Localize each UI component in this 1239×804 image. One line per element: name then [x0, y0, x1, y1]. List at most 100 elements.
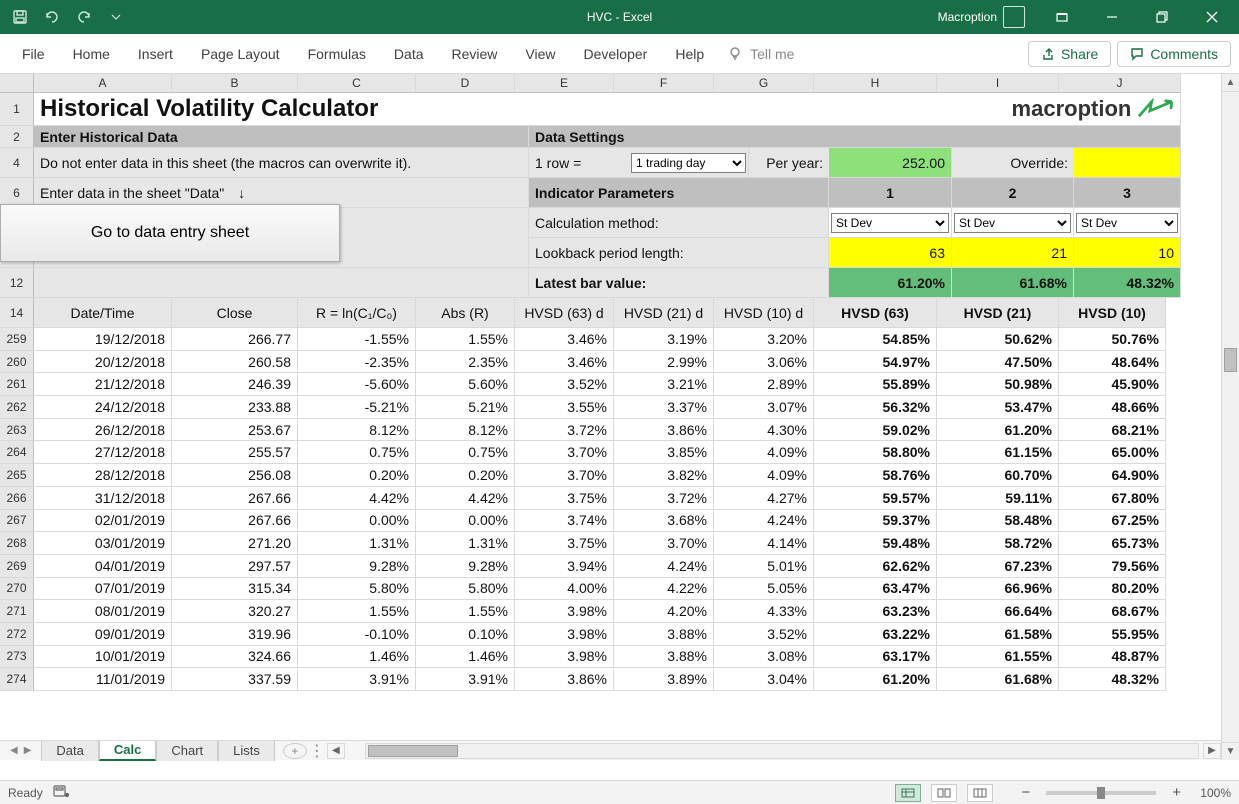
cell[interactable]: 3.82%	[614, 464, 714, 487]
cell[interactable]: 315.34	[172, 578, 298, 601]
zoom-in-button[interactable]: +	[1172, 784, 1181, 801]
cell[interactable]: 0.20%	[298, 464, 416, 487]
cell[interactable]: 3.86%	[515, 668, 614, 691]
tab-insert[interactable]: Insert	[124, 34, 187, 74]
cell[interactable]: 3.98%	[515, 646, 614, 669]
cell[interactable]: 256.08	[172, 464, 298, 487]
cell[interactable]: 54.97%	[814, 351, 937, 374]
cell[interactable]: 1.55%	[416, 328, 515, 351]
sheet-tab-calc[interactable]: Calc	[99, 741, 156, 761]
cell[interactable]: 3.55%	[515, 396, 614, 419]
cell[interactable]: 26/12/2018	[34, 419, 172, 442]
cell[interactable]: 55.95%	[1059, 623, 1166, 646]
cell[interactable]: 0.00%	[298, 510, 416, 533]
cell[interactable]: 3.04%	[714, 668, 814, 691]
hscroll-right-icon[interactable]: ▶	[1203, 743, 1221, 759]
col-A[interactable]: A	[34, 74, 172, 93]
cell[interactable]: 61.55%	[937, 646, 1059, 669]
cell[interactable]: 4.09%	[714, 441, 814, 464]
cell[interactable]: 4.22%	[614, 578, 714, 601]
cell[interactable]: 67.25%	[1059, 510, 1166, 533]
cell[interactable]: 267.66	[172, 510, 298, 533]
method-select-2[interactable]: St Dev	[954, 213, 1071, 233]
share-button[interactable]: Share	[1028, 41, 1111, 67]
cell[interactable]: 3.06%	[714, 351, 814, 374]
lookback-3[interactable]: 10	[1074, 238, 1181, 268]
row-hdr[interactable]: 262	[0, 396, 34, 419]
col-E[interactable]: E	[515, 74, 614, 93]
sheet-tab-lists[interactable]: Lists	[218, 741, 275, 761]
cell[interactable]: 68.67%	[1059, 600, 1166, 623]
cell[interactable]: 8.12%	[416, 419, 515, 442]
cell[interactable]: 31/12/2018	[34, 487, 172, 510]
cell[interactable]: 3.20%	[714, 328, 814, 351]
restore-button[interactable]	[1139, 0, 1185, 34]
cell[interactable]: 0.10%	[416, 623, 515, 646]
cell[interactable]: 61.20%	[814, 668, 937, 691]
cell[interactable]: 0.00%	[416, 510, 515, 533]
cell[interactable]: 3.70%	[515, 441, 614, 464]
cell[interactable]: -5.21%	[298, 396, 416, 419]
tab-file[interactable]: File	[8, 34, 59, 74]
cell[interactable]: -1.55%	[298, 328, 416, 351]
minimize-button[interactable]	[1089, 0, 1135, 34]
goto-data-sheet-button[interactable]: Go to data entry sheet	[0, 204, 340, 262]
tell-me-search[interactable]: Tell me	[718, 46, 804, 62]
col-F[interactable]: F	[614, 74, 714, 93]
cell[interactable]: 253.67	[172, 419, 298, 442]
cell[interactable]: 65.73%	[1059, 532, 1166, 555]
cell[interactable]: 260.58	[172, 351, 298, 374]
cell[interactable]: 233.88	[172, 396, 298, 419]
horizontal-scrollbar[interactable]	[365, 743, 1199, 759]
cell[interactable]: 5.21%	[416, 396, 515, 419]
cell[interactable]: 59.02%	[814, 419, 937, 442]
cell[interactable]: 319.96	[172, 623, 298, 646]
cell[interactable]: 5.01%	[714, 555, 814, 578]
qat-customize-icon[interactable]	[104, 5, 128, 29]
cell[interactable]: 03/01/2019	[34, 532, 172, 555]
row-hdr[interactable]: 273	[0, 646, 34, 669]
tab-formulas[interactable]: Formulas	[294, 34, 380, 74]
cell[interactable]: 3.88%	[614, 646, 714, 669]
cell[interactable]: 20/12/2018	[34, 351, 172, 374]
cell[interactable]: 2.89%	[714, 373, 814, 396]
select-all-corner[interactable]	[0, 74, 34, 93]
row-unit-select[interactable]: 1 trading day	[631, 153, 746, 173]
cell[interactable]: 4.00%	[515, 578, 614, 601]
cell[interactable]: 3.70%	[515, 464, 614, 487]
sheet-next-icon[interactable]: ▶	[24, 745, 32, 756]
scroll-up-icon[interactable]: ▲	[1222, 74, 1239, 92]
cell[interactable]: -5.60%	[298, 373, 416, 396]
row-hdr[interactable]: 268	[0, 532, 34, 555]
cell[interactable]: 3.52%	[714, 623, 814, 646]
scroll-thumb[interactable]	[1224, 348, 1237, 372]
row-hdr[interactable]: 259	[0, 328, 34, 351]
lookback-1[interactable]: 63	[829, 238, 952, 268]
redo-icon[interactable]	[72, 5, 96, 29]
tab-view[interactable]: View	[511, 34, 569, 74]
cell[interactable]: 255.57	[172, 441, 298, 464]
cell[interactable]: 3.86%	[614, 419, 714, 442]
method-select-3[interactable]: St Dev	[1076, 213, 1178, 233]
cell[interactable]: 64.90%	[1059, 464, 1166, 487]
cell[interactable]: 3.85%	[614, 441, 714, 464]
col-I[interactable]: I	[937, 74, 1059, 93]
row-hdr[interactable]: 266	[0, 487, 34, 510]
cell[interactable]: 63.47%	[814, 578, 937, 601]
cell[interactable]: 48.64%	[1059, 351, 1166, 374]
cell[interactable]: 271.20	[172, 532, 298, 555]
cell[interactable]: 60.70%	[937, 464, 1059, 487]
view-normal-button[interactable]	[895, 784, 921, 802]
lookback-2[interactable]: 21	[952, 238, 1074, 268]
zoom-out-button[interactable]: −	[1021, 784, 1030, 801]
cell[interactable]: 67.23%	[937, 555, 1059, 578]
cell[interactable]: 50.62%	[937, 328, 1059, 351]
cell[interactable]: 79.56%	[1059, 555, 1166, 578]
hscroll-thumb[interactable]	[368, 745, 458, 757]
row-hdr[interactable]: 261	[0, 373, 34, 396]
row-hdr[interactable]: 264	[0, 441, 34, 464]
cell[interactable]: 56.32%	[814, 396, 937, 419]
row-hdr[interactable]: 260	[0, 351, 34, 374]
col-G[interactable]: G	[714, 74, 814, 93]
cell[interactable]: 65.00%	[1059, 441, 1166, 464]
